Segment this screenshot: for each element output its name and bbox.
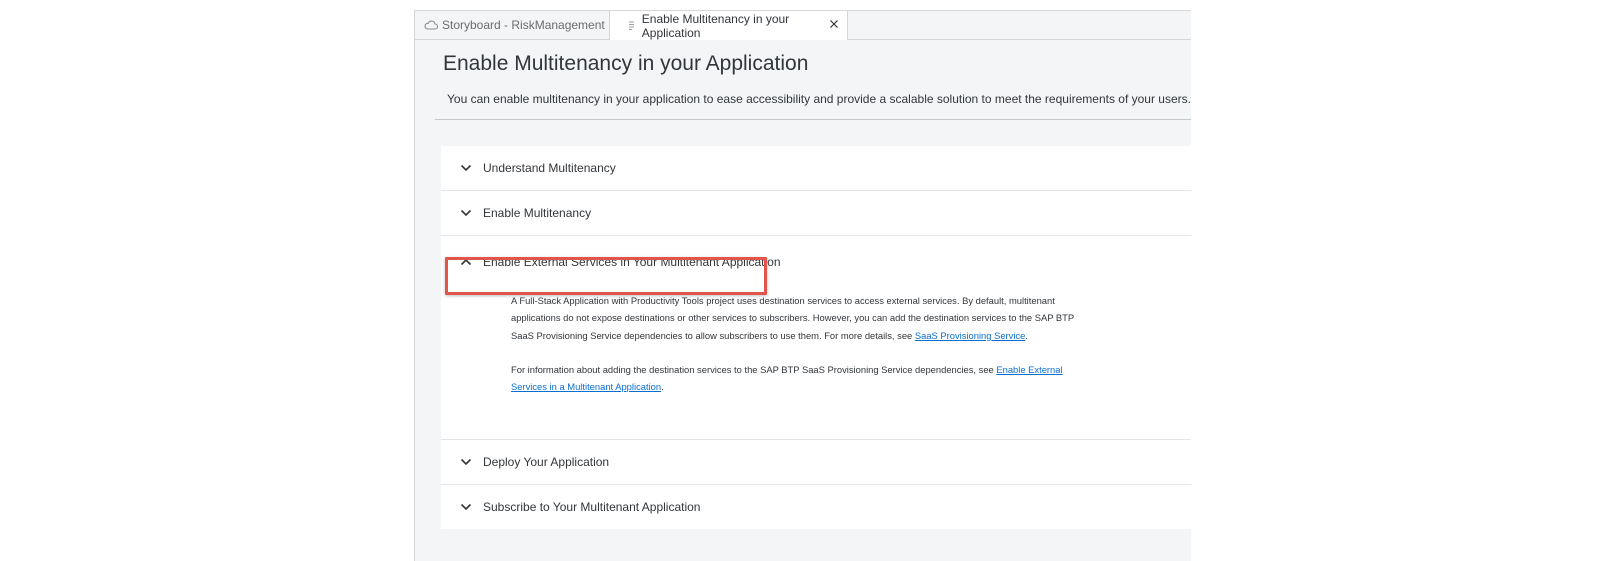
tab-label: Storyboard - RiskManagement [442, 18, 605, 32]
header-divider [435, 119, 1191, 120]
section-title: Enable External Services in Your Multite… [483, 255, 781, 269]
section-paragraph-1: A Full-Stack Application with Productivi… [511, 292, 1081, 344]
tab-label: Enable Multitenancy in your Application [641, 11, 790, 40]
document-icon [624, 19, 638, 33]
section-enable-multitenancy: Enable Multitenancy [441, 191, 1191, 235]
paragraph-suffix: . [661, 381, 664, 393]
editor-window: Storyboard - RiskManagement Enable Multi… [414, 10, 1191, 561]
page-subtitle: You can enable multitenancy in your appl… [447, 92, 1191, 106]
cloud-icon [424, 18, 438, 32]
chevron-down-icon [459, 161, 473, 175]
section-understand-multitenancy: Understand Multitenancy [441, 146, 1191, 190]
tab-storyboard[interactable]: Storyboard - RiskManagement [415, 11, 610, 39]
section-header[interactable]: Deploy Your Application [441, 440, 1191, 484]
section-paragraph-2: For information about adding the destina… [511, 361, 1081, 396]
section-header[interactable]: Subscribe to Your Multitenant Applicatio… [441, 485, 1191, 529]
chevron-down-icon [459, 455, 473, 469]
close-icon[interactable] [827, 17, 841, 31]
paragraph-text: For information about adding the destina… [511, 364, 997, 375]
saas-provisioning-service-link[interactable]: SaaS Provisioning Service [915, 330, 1025, 341]
section-header[interactable]: Understand Multitenancy [441, 146, 1191, 190]
section-header[interactable]: Enable Multitenancy [441, 191, 1191, 235]
page-title: Enable Multitenancy in your Application [443, 52, 809, 75]
section-title: Deploy Your Application [483, 455, 610, 469]
section-enable-external-services: Enable External Services in Your Multite… [441, 236, 1191, 439]
section-title: Enable Multitenancy [483, 206, 592, 220]
tab-enable-multitenancy[interactable]: Enable Multitenancy in your Application [610, 11, 848, 40]
paragraph-suffix: . [1025, 329, 1028, 341]
tab-bar: Storyboard - RiskManagement Enable Multi… [415, 11, 1191, 40]
section-title: Understand Multitenancy [483, 161, 616, 175]
chevron-up-icon [459, 255, 473, 269]
chevron-down-icon [459, 500, 473, 514]
section-header[interactable]: Enable External Services in Your Multite… [441, 240, 1191, 284]
section-subscribe-application: Subscribe to Your Multitenant Applicatio… [441, 485, 1191, 529]
chevron-down-icon [459, 206, 473, 220]
section-deploy-application: Deploy Your Application [441, 440, 1191, 484]
page-content: Enable Multitenancy in your Application … [415, 40, 1191, 561]
section-title: Subscribe to Your Multitenant Applicatio… [483, 500, 701, 514]
